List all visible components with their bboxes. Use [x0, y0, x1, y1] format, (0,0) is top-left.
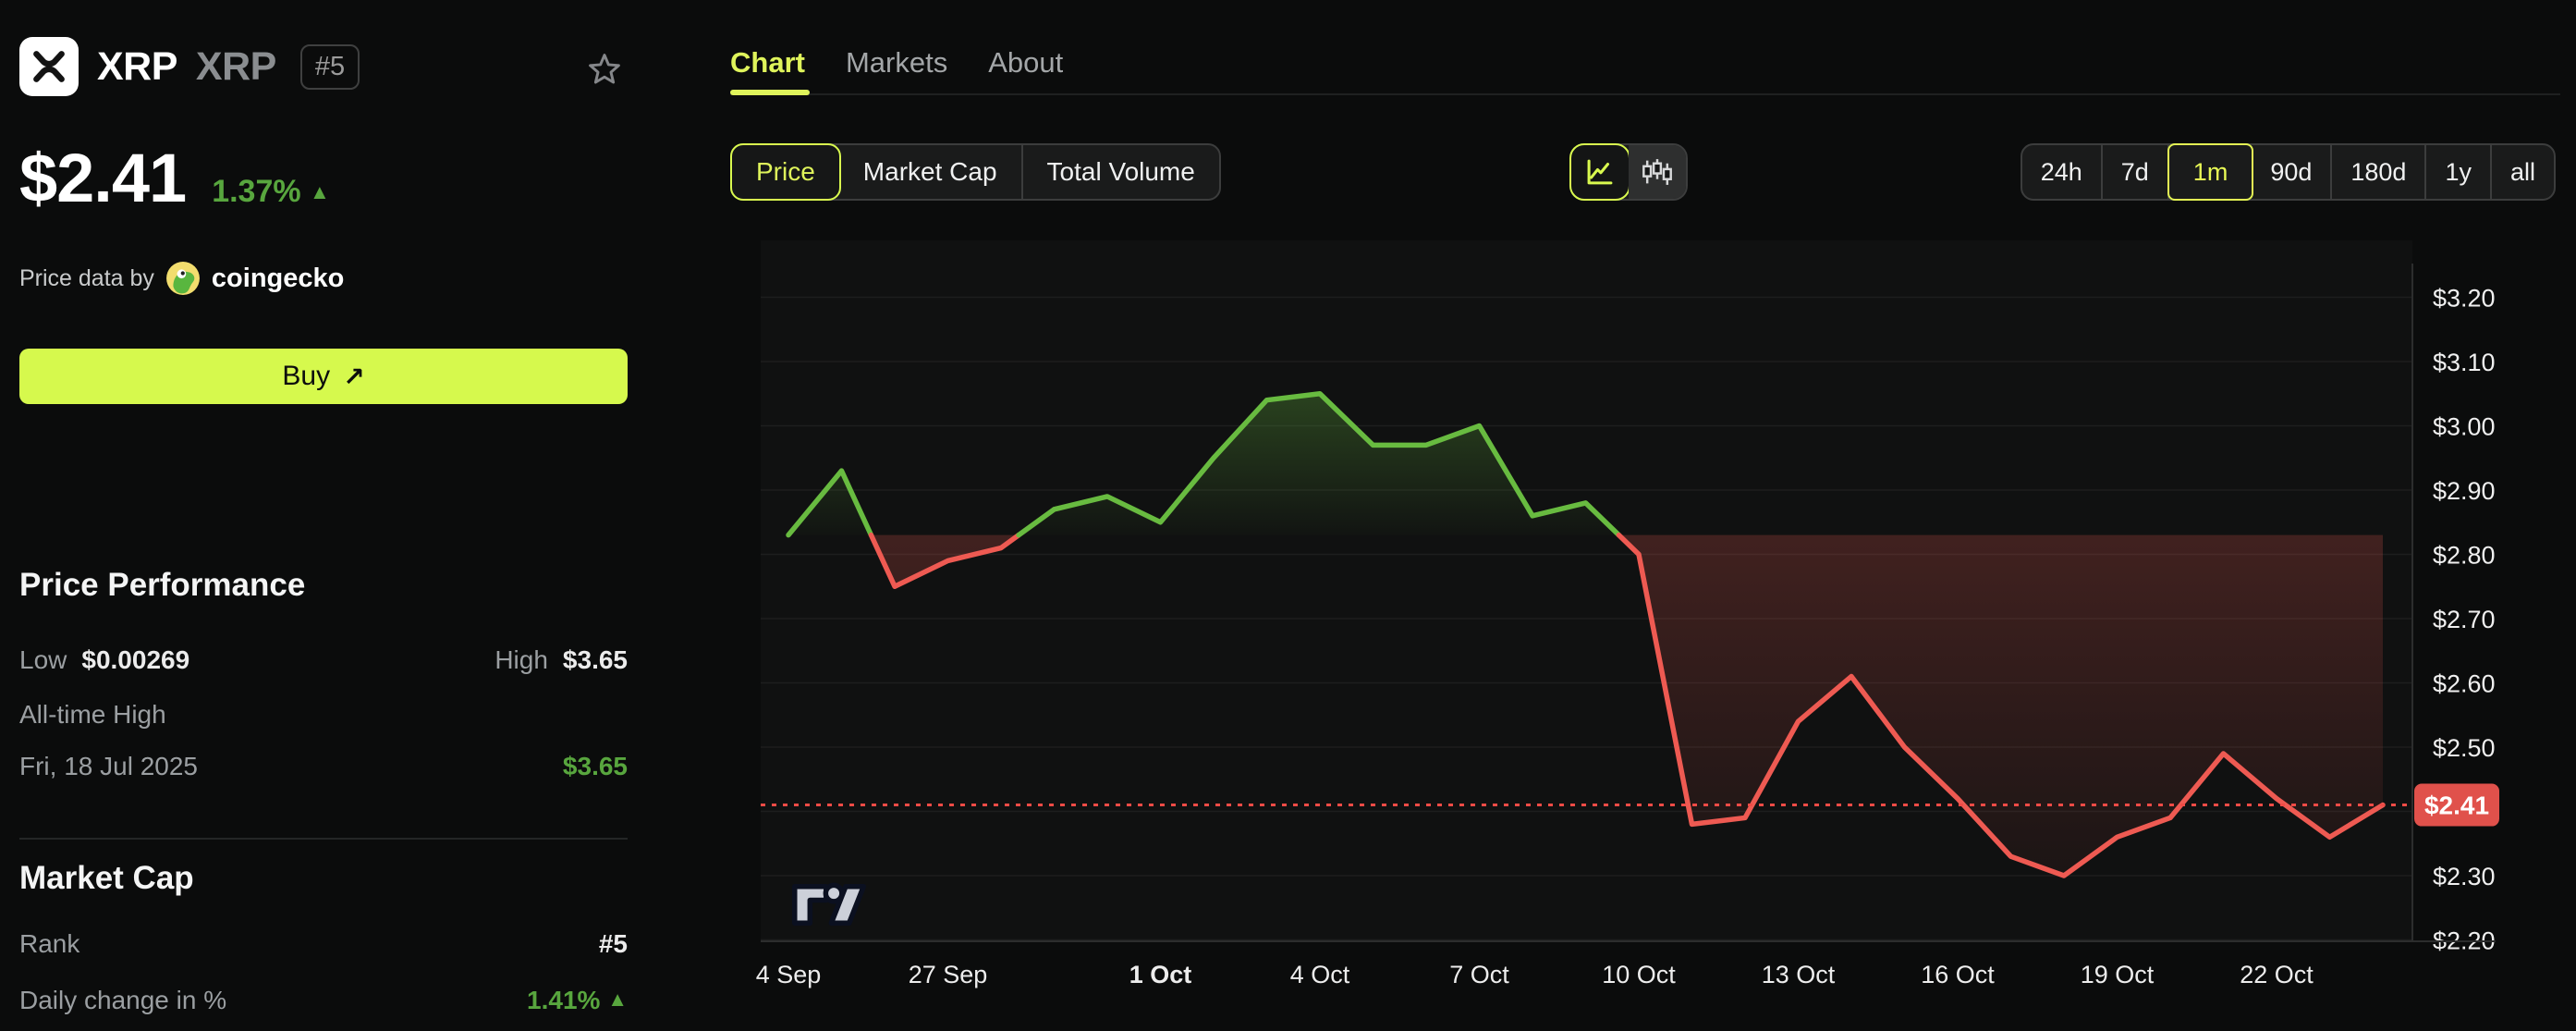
daily-change-value: 1.41% ▲: [527, 986, 628, 1015]
y-axis-label: $3.10: [2433, 349, 2496, 376]
daily-change-number: 1.41%: [527, 986, 600, 1014]
chart-tabs: Chart Markets About: [730, 46, 1063, 92]
sidebar-divider: [19, 838, 628, 840]
daily-change-label: Daily change in %: [19, 986, 226, 1015]
range-24h-button[interactable]: 24h: [2022, 145, 2103, 199]
x-axis-label: 16 Oct: [1921, 961, 1995, 988]
x-axis-label: 22 Oct: [2240, 961, 2314, 988]
metric-total-volume-button[interactable]: Total Volume: [1023, 145, 1219, 199]
y-axis-label: $2.30: [2433, 863, 2496, 890]
chart-type-toggle: [1569, 143, 1688, 201]
range-all-button[interactable]: all: [2492, 145, 2554, 199]
up-triangle-icon: ▲: [607, 988, 628, 1011]
rank-value: #5: [599, 929, 628, 959]
current-price-tag-label: $2.41: [2424, 792, 2489, 820]
x-axis-label: 1 Oct: [1129, 961, 1192, 988]
market-cap-title: Market Cap: [19, 860, 194, 897]
ath-date: Fri, 18 Jul 2025: [19, 752, 198, 781]
ath-value: $3.65: [563, 752, 628, 781]
daily-change-row: Daily change in % 1.41% ▲: [19, 986, 628, 1015]
range-selector: 24h 7d 1m 90d 180d 1y all: [2021, 143, 2556, 201]
metric-market-cap-button[interactable]: Market Cap: [839, 145, 1023, 199]
high-label: High: [494, 645, 548, 675]
range-180d-button[interactable]: 180d: [2332, 145, 2426, 199]
attribution-brand: coingecko: [212, 264, 344, 294]
coin-symbol: XRP: [196, 44, 276, 90]
y-axis-label: $3.00: [2433, 413, 2496, 441]
coin-name: XRP: [97, 44, 177, 90]
low-label: Low: [19, 645, 67, 675]
x-axis-label: 4 Sep: [756, 961, 822, 988]
ath-label: All-time High: [19, 700, 166, 730]
current-price-row: $2.41 1.37% ▲: [19, 139, 330, 217]
buy-button-label: Buy: [282, 361, 330, 392]
line-chart-icon: [1584, 156, 1616, 188]
y-axis-label: $3.20: [2433, 285, 2496, 313]
tab-markets[interactable]: Markets: [846, 46, 947, 92]
rank-label: Rank: [19, 929, 79, 959]
low-value: $0.00269: [81, 645, 189, 675]
low-high-row: Low $0.00269 High $3.65: [19, 645, 628, 675]
y-axis-label: $2.90: [2433, 477, 2496, 505]
range-1m-button[interactable]: 1m: [2167, 143, 2254, 201]
range-90d-button[interactable]: 90d: [2252, 145, 2332, 199]
x-axis-label: 13 Oct: [1762, 961, 1836, 988]
y-axis-label: $2.80: [2433, 542, 2496, 570]
x-axis-label: 27 Sep: [909, 961, 988, 988]
y-axis-label: $2.70: [2433, 606, 2496, 633]
tabs-border: [730, 93, 2560, 95]
tab-chart[interactable]: Chart: [730, 46, 805, 92]
ath-row: Fri, 18 Jul 2025 $3.65: [19, 752, 628, 781]
buy-button[interactable]: Buy ↗: [19, 349, 628, 404]
price-change-value: 1.37%: [212, 174, 300, 209]
candlestick-chart-type-button[interactable]: [1629, 145, 1686, 199]
price-change: 1.37% ▲: [212, 174, 330, 210]
favorite-star-button[interactable]: [585, 50, 624, 93]
x-axis-label: 10 Oct: [1602, 961, 1676, 988]
star-icon: [585, 50, 624, 89]
high-value: $3.65: [563, 645, 628, 675]
up-triangle-icon: ▲: [310, 180, 330, 203]
metric-toggle: Price Market Cap Total Volume: [730, 143, 1221, 201]
line-chart-type-button[interactable]: [1569, 143, 1630, 201]
metric-price-button[interactable]: Price: [730, 143, 841, 201]
candlestick-icon: [1642, 156, 1673, 188]
xrp-logo-icon: [19, 37, 79, 96]
active-tab-underline: [730, 90, 810, 95]
app-window: XRP XRP #5 $2.41 1.37% ▲ Price data by c…: [0, 0, 2576, 1031]
y-axis-label: $2.50: [2433, 734, 2496, 762]
external-link-arrow-icon: ↗: [343, 362, 364, 392]
x-axis-label: 7 Oct: [1449, 961, 1509, 988]
attribution-label: Price data by: [19, 265, 154, 292]
coin-header: XRP XRP #5: [19, 37, 360, 96]
price-chart[interactable]: $3.20 $3.10 $3.00 $2.90 $2.80 $2.70 $2.60 $2.50…: [702, 213, 2576, 1031]
range-7d-button[interactable]: 7d: [2103, 145, 2169, 199]
x-axis-label: 19 Oct: [2081, 961, 2155, 988]
rank-row: Rank #5: [19, 929, 628, 959]
current-price: $2.41: [19, 139, 186, 217]
rank-badge: #5: [300, 44, 360, 90]
coingecko-icon: [165, 261, 201, 296]
y-axis-label: $2.60: [2433, 670, 2496, 698]
range-1y-button[interactable]: 1y: [2426, 145, 2492, 199]
data-attribution: Price data by coingecko: [19, 261, 344, 296]
price-performance-title: Price Performance: [19, 567, 305, 604]
tab-about[interactable]: About: [988, 46, 1063, 92]
x-axis-label: 4 Oct: [1290, 961, 1350, 988]
